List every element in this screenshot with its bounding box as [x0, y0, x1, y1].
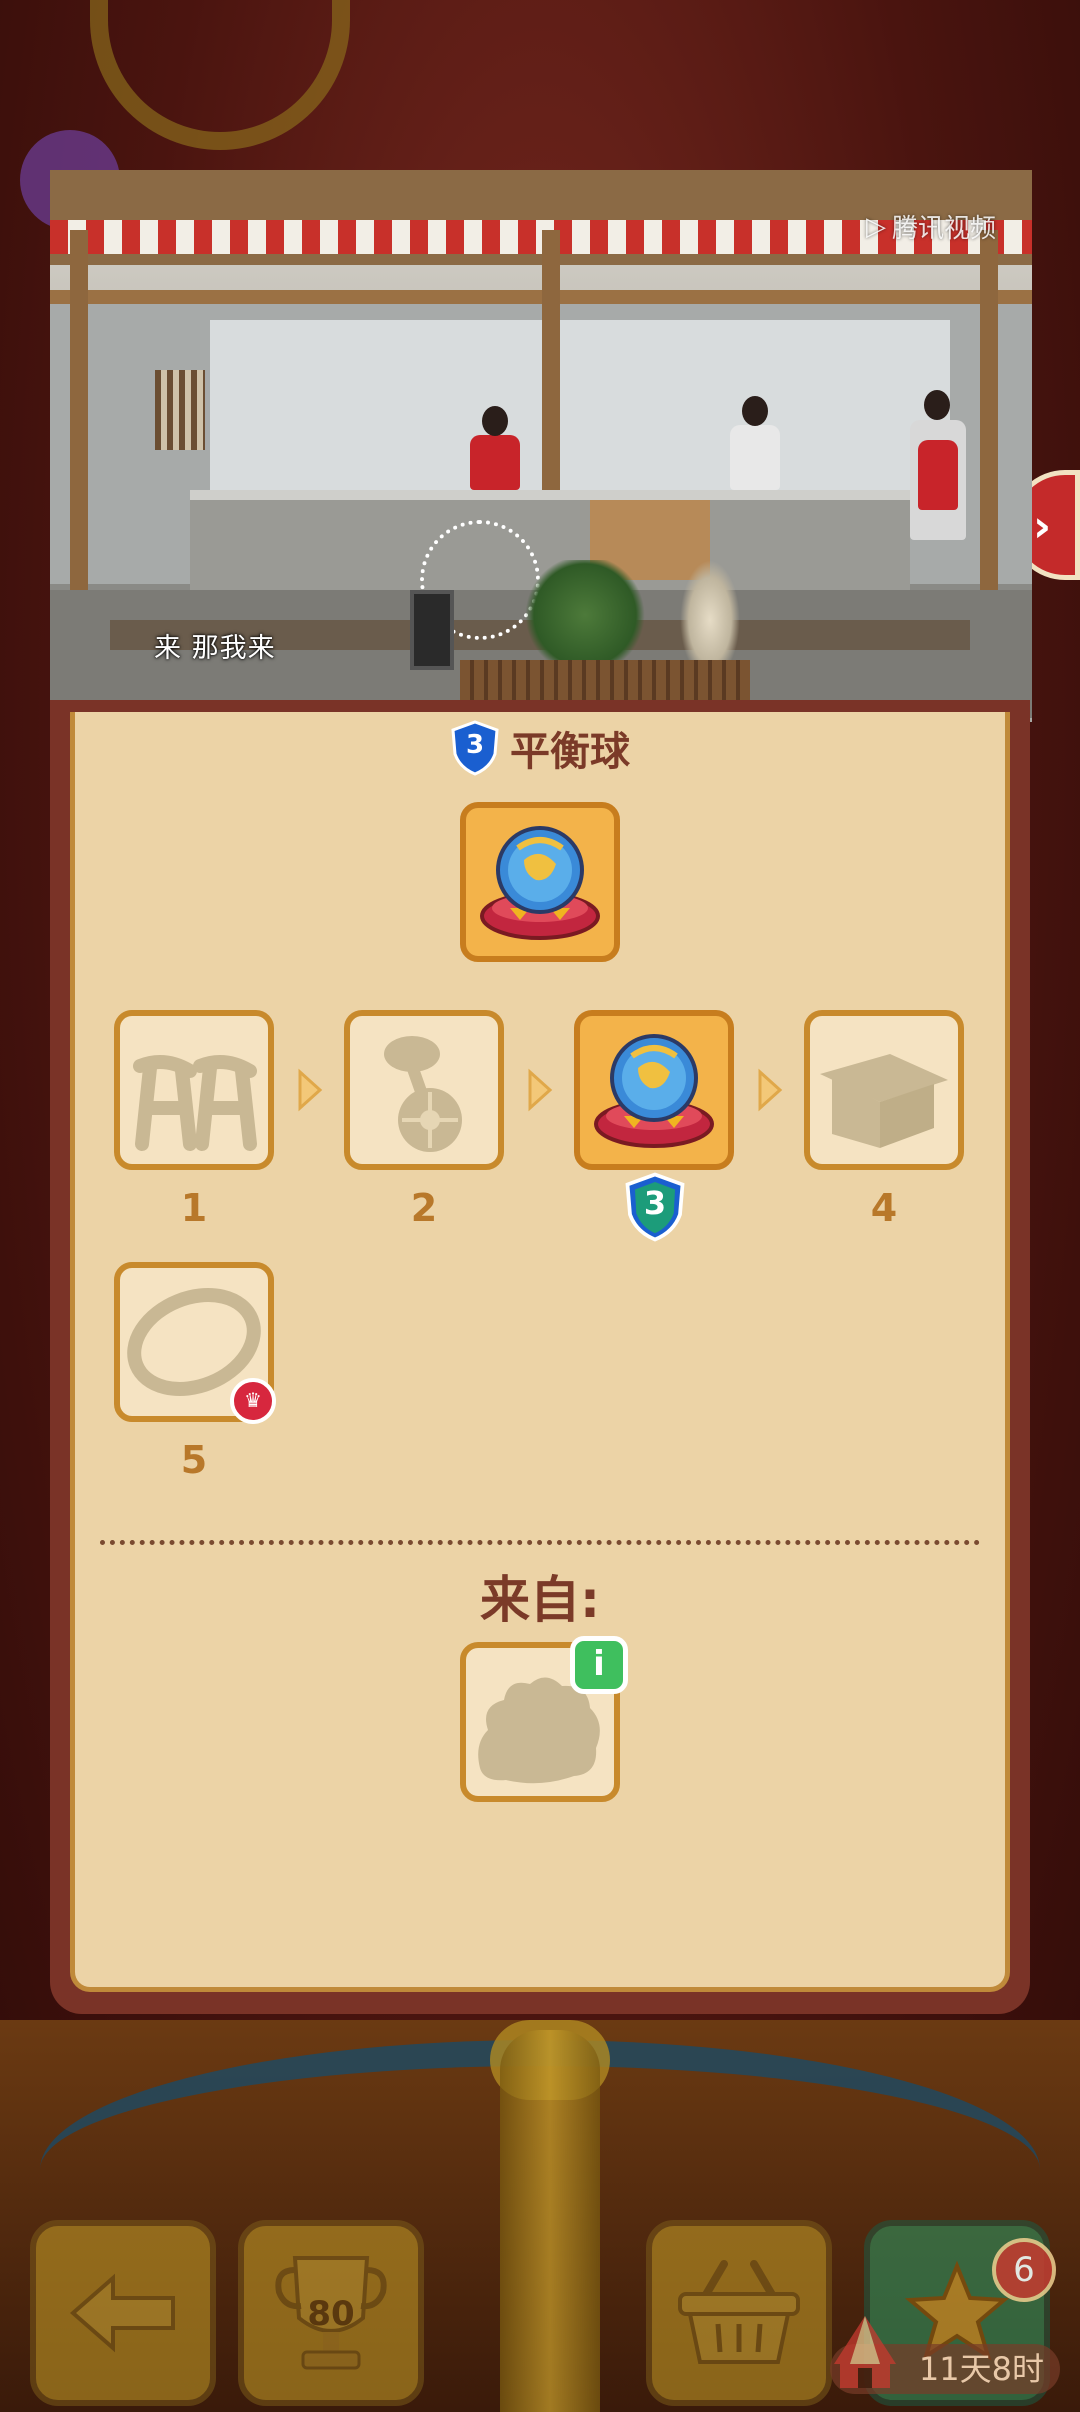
level-shield-icon: 3	[450, 720, 500, 776]
chain-item-4-label: 4	[870, 1186, 898, 1230]
chevron-right-icon	[298, 1068, 323, 1112]
video-scene-beam	[50, 290, 1032, 304]
basket-button[interactable]	[646, 2220, 832, 2406]
basket-icon	[652, 2226, 826, 2400]
unicycle-silhouette-icon	[384, 1036, 462, 1152]
item-title-row: 3 平衡球	[0, 718, 1080, 778]
balance-ball-icon	[480, 826, 600, 940]
crown-icon: ♛	[230, 1378, 276, 1424]
from-label: 来自:	[480, 1571, 600, 1629]
chain-item-5-label: 5	[180, 1438, 208, 1482]
stilts-silhouette-icon	[133, 1055, 257, 1151]
source-item-tile[interactable]: i	[460, 1636, 628, 1802]
chain-item-1-label: 1	[180, 1186, 208, 1230]
video-scene-post	[70, 230, 88, 630]
current-level-shield-icon: 3	[622, 1172, 688, 1242]
video-person-apron	[918, 440, 958, 510]
video-scene-plant	[520, 560, 650, 670]
section-divider	[100, 1540, 980, 1545]
video-person-head	[742, 396, 768, 426]
back-button[interactable]	[30, 2220, 216, 2406]
play-logo-icon: ▷	[865, 211, 886, 242]
center-pole	[500, 2030, 600, 2412]
video-person	[470, 435, 520, 490]
video-scene-post	[980, 230, 998, 630]
platform-silhouette-icon	[820, 1054, 948, 1148]
video-scene-window	[155, 370, 205, 450]
current-level-number: 3	[643, 1184, 667, 1222]
item-title: 平衡球	[510, 729, 630, 775]
chain-item-4[interactable]	[804, 1010, 964, 1170]
chain-item-3[interactable]	[574, 1010, 734, 1170]
chain-item-1[interactable]	[114, 1010, 274, 1170]
chain-item-2-label: 2	[410, 1186, 438, 1230]
star-count-badge: 6	[992, 2238, 1056, 2302]
chain-item-2[interactable]	[344, 1010, 504, 1170]
circus-tent-icon	[834, 2316, 896, 2388]
chevron-right-icon	[528, 1068, 553, 1112]
balance-ball-icon	[594, 1034, 714, 1148]
video-scene-lantern	[410, 590, 454, 670]
back-arrow-icon	[36, 2226, 210, 2400]
video-watermark: ▷ 腾讯视频	[866, 208, 996, 245]
level-shield-number: 3	[465, 730, 485, 760]
video-player[interactable]: ▷ 腾讯视频 来 那我来	[50, 170, 1032, 722]
video-person-head	[482, 406, 508, 436]
video-person-head	[924, 390, 950, 420]
video-subtitle: 来 那我来	[154, 633, 276, 664]
featured-item-tile	[460, 802, 620, 962]
trophy-value: 80	[307, 2294, 355, 2334]
video-watermark-text: 腾讯视频	[891, 214, 996, 244]
video-person	[730, 425, 780, 490]
info-button[interactable]: i	[570, 1636, 628, 1694]
chain-item-5[interactable]: ♛	[114, 1262, 276, 1424]
trophy-button[interactable]: 80	[238, 2220, 424, 2406]
chevron-right-icon	[758, 1068, 783, 1112]
video-scene-backwall	[210, 320, 950, 500]
